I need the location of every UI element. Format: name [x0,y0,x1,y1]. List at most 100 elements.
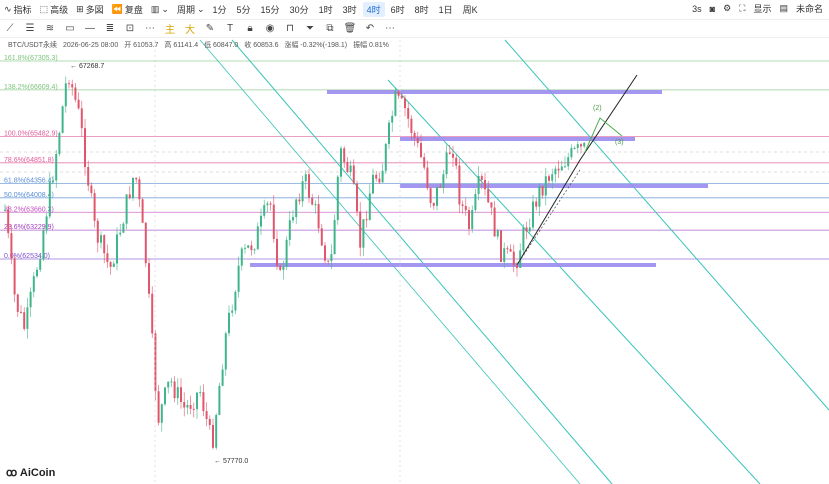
low-price-label: ← 57770.0 [214,458,248,465]
settings-icon[interactable]: ⚙ [723,3,731,14]
period-3时[interactable]: 3时 [339,2,361,17]
candle-body [423,157,426,168]
fib-label-5: 50.0%(64008.4) [4,192,54,199]
period-15分[interactable]: 15分 [257,2,284,17]
candle-body [580,144,582,147]
fib-label-2: 100.0%(65482.9) [4,131,58,138]
candle-body [356,183,358,212]
large-tool-icon[interactable]: 大 [180,21,200,36]
more-tools-icon[interactable]: ⋯ [140,23,160,34]
period-5分[interactable]: 5分 [233,2,255,17]
period-8时[interactable]: 8时 [411,2,433,17]
candle-body [256,226,259,250]
eye-icon[interactable]: ◉ [260,23,280,34]
candle-body [247,245,250,248]
period-1分[interactable]: 1分 [209,2,231,17]
candle-body [522,227,525,251]
candle-body [583,142,586,147]
candle-body [279,265,282,270]
horizontal-line-icon[interactable]: — [80,23,100,34]
fib-label-6: 38.2%(63660.3) [4,206,54,213]
period-4时[interactable]: 4时 [362,2,385,17]
candle-body [407,108,410,119]
lock-icon[interactable]: 🔒︎ [240,23,260,34]
candle-body [301,181,304,202]
advanced-button[interactable]: ⬚ 高级 [36,3,73,16]
candle-body [10,233,13,259]
undo-icon[interactable]: ↶ [360,23,380,34]
candle-body [538,186,541,207]
candle-body [384,143,387,171]
candle-body [554,168,557,175]
candle-body [141,199,144,223]
redo-icon[interactable]: ⋯ [380,23,400,34]
trendline-tool-icon[interactable]: ⟋ [0,23,20,34]
horizontal-lines-icon[interactable]: ☰ [20,23,40,34]
candle-body [16,294,19,312]
parallel-channel-icon[interactable]: ≋ [40,23,60,34]
user-menu[interactable]: 未命名 [796,2,823,15]
period-button[interactable]: 周期 ⌄ [173,3,209,16]
period-6时[interactable]: 6时 [387,2,409,17]
rectangle-tool-icon[interactable]: ▭ [60,23,80,34]
layout-icon[interactable]: ▤ [779,3,788,14]
text-tool-icon[interactable]: T [220,23,240,34]
period-list: 1分 5分 15分 30分 1时 3时 4时 6时 8时 1日 周K [209,2,482,17]
replay-button[interactable]: ⏪ 复盘 [108,3,147,16]
price-chart[interactable]: 161.8%(67305.3) 138.2%(66609.4) 100.0%(654… [0,0,829,484]
legend-close: 收 60853.6 [244,42,279,49]
legend-high: 高 61141.4 [164,42,199,49]
legend-datetime: 2026-06-25 08:00 [62,42,119,49]
fullscreen-icon[interactable]: ⛶ [739,3,745,14]
magnet-icon[interactable]: ⊓ [280,23,300,34]
pencil-icon[interactable]: ✎ [200,23,220,34]
fib-label-1: 138.2%(66609.4) [4,84,58,91]
candle-body [400,95,403,99]
camera-icon[interactable]: ◙ [710,4,715,14]
candle-body [224,333,227,370]
candle-body [365,219,368,221]
interval-label[interactable]: 3s [692,4,702,14]
candle-body [135,177,138,180]
candle-body [391,115,394,123]
candle-body [180,387,182,402]
candle-body [333,220,336,255]
candle-body [535,201,538,207]
candle-body [496,230,499,237]
period-1日[interactable]: 1日 [435,2,457,17]
copy-icon[interactable]: ⧉ [320,23,340,34]
candle-body [317,204,320,229]
candle-body [218,385,221,415]
delete-icon[interactable]: 🗑︎ [340,23,360,34]
grid-icon: ⊞ [76,4,84,14]
candle-body [52,180,54,182]
marker-tool-icon[interactable]: 主 [160,21,180,36]
fib-tool-icon[interactable]: ≣ [100,23,120,34]
candle-body [404,98,406,109]
candle-body [439,186,442,188]
multi-chart-button[interactable]: ⊞ 多図 [72,3,108,16]
candle-body [503,248,506,262]
candle-body [349,165,352,173]
period-30分[interactable]: 30分 [286,2,313,17]
candle-body [346,162,349,173]
chevron-down-icon: ⌄ [161,4,169,14]
candle-body [32,276,35,292]
period-周K[interactable]: 周K [459,2,482,17]
candle-body [324,245,326,261]
candle-body [448,152,451,154]
candle-body [144,222,147,264]
channel-line-3 [504,39,829,411]
period-1时[interactable]: 1时 [315,2,337,17]
measure-tool-icon[interactable]: ⊡ [120,23,140,34]
candle-body [378,178,381,183]
candle-body [154,333,157,392]
display-button[interactable]: 显示 [753,2,771,15]
candle-body [551,174,554,181]
chart-type-button[interactable]: ▥ ⌄ [147,4,173,15]
candle-body [432,203,435,206]
indicators-button[interactable]: ∿ 指标 [0,3,36,16]
candle-body [36,269,38,277]
filter-icon[interactable]: ⏷ [300,23,320,34]
candle-body [560,166,563,171]
